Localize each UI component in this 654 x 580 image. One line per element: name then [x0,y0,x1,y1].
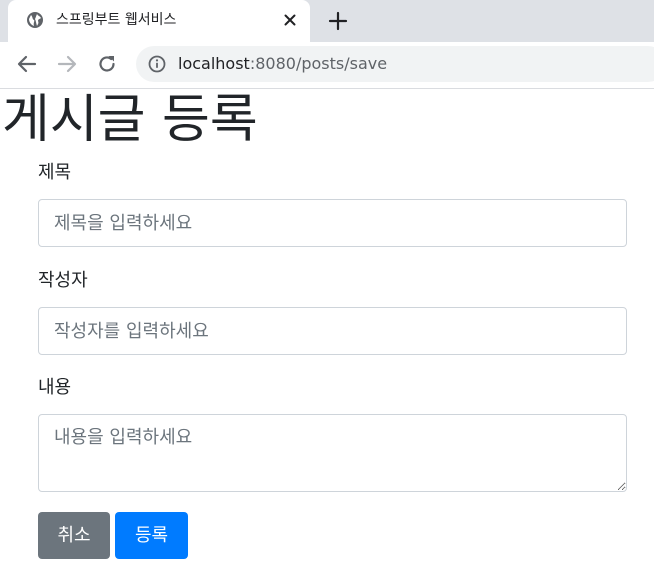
info-icon[interactable] [148,55,166,73]
tab-strip: 스프링부트 웹서비스 [0,0,654,42]
reload-icon[interactable] [96,53,118,75]
url-host: localhost [178,54,250,73]
url-text: localhost:8080/posts/save [178,54,387,74]
plus-icon[interactable] [326,9,350,33]
arrow-right-icon[interactable] [56,53,78,75]
submit-button[interactable]: 등록 [115,512,188,559]
page-title: 게시글 등록 [2,90,258,150]
arrow-left-icon[interactable] [16,53,38,75]
cancel-button[interactable]: 취소 [38,512,110,559]
title-input[interactable] [38,199,627,247]
title-label: 제목 [38,162,72,183]
author-label: 작성자 [38,270,88,291]
close-icon[interactable] [282,12,298,28]
content-textarea[interactable] [38,414,627,492]
content-label: 내용 [38,377,72,398]
browser-tab[interactable]: 스프링부트 웹서비스 [8,0,310,42]
url-path: :8080/posts/save [249,54,388,73]
author-input[interactable] [38,307,627,355]
globe-icon [26,11,44,29]
address-bar[interactable]: localhost:8080/posts/save [136,46,654,82]
browser-toolbar: localhost:8080/posts/save [0,42,654,89]
tab-title: 스프링부트 웹서비스 [56,12,177,28]
